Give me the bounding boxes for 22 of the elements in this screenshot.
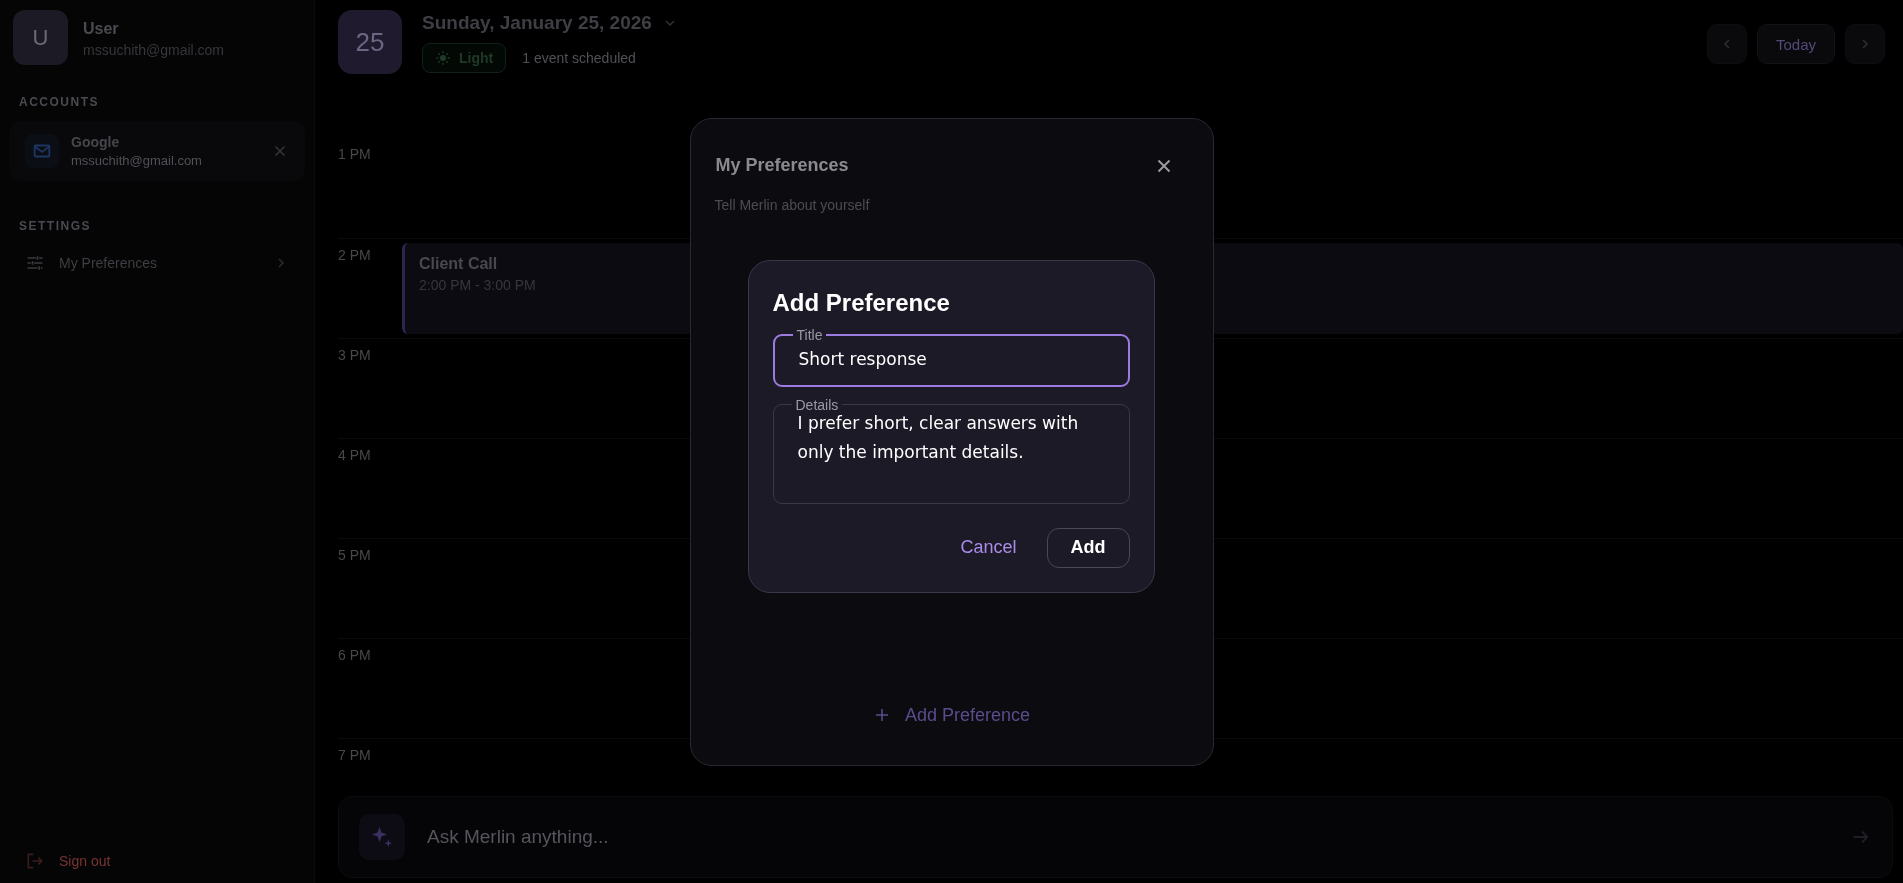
hour-label: 5 PM <box>338 546 372 565</box>
dialog-subtitle: Tell Merlin about yourself <box>714 196 871 213</box>
event-title: Client Call <box>419 255 498 273</box>
hour-label: 1 PM <box>338 145 372 164</box>
hour-label: 2 PM <box>338 246 372 265</box>
date-title: Sunday, January 25, 2026 <box>422 12 652 34</box>
user-avatar: U <box>13 10 68 65</box>
field-label: Title <box>795 326 824 343</box>
event-count: 1 event scheduled <box>522 50 636 66</box>
dialog-title: My Preferences <box>715 155 849 176</box>
account-name: Google <box>71 134 121 150</box>
user-name: User <box>83 20 120 38</box>
field-label: Details <box>794 396 840 413</box>
hour-label: 4 PM <box>338 446 372 465</box>
section-heading: SETTINGS <box>19 219 92 233</box>
hour-label: 3 PM <box>338 346 372 365</box>
hour-label: 7 PM <box>338 746 372 765</box>
date-tile: 25 <box>338 10 402 74</box>
section-heading: ACCOUNTS <box>19 95 100 109</box>
account-email: mssuchith@gmail.com <box>71 153 202 168</box>
dialog-title: Add Preference <box>772 288 951 317</box>
hour-label: 6 PM <box>338 646 372 665</box>
